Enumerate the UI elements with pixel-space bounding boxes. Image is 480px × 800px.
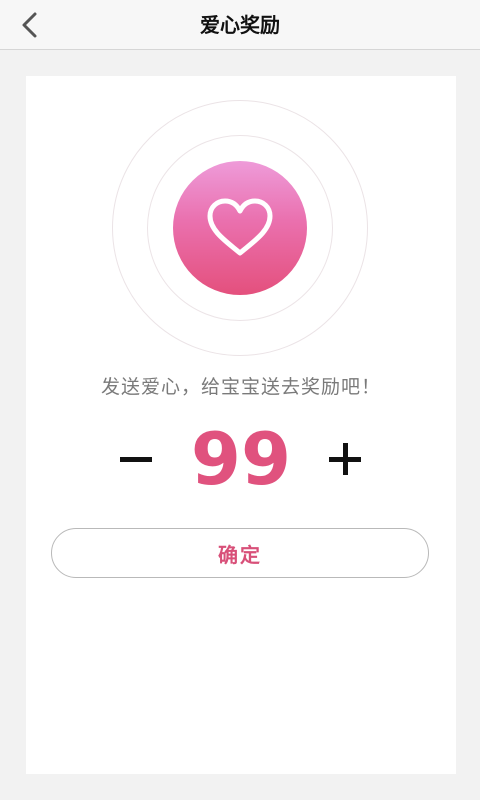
nav-bar: 爱心奖励 — [0, 0, 480, 50]
decrement-button[interactable] — [114, 424, 158, 494]
confirm-button[interactable]: 确定 — [51, 528, 429, 578]
minus-icon — [120, 456, 152, 462]
heart-badge — [173, 161, 307, 295]
reward-prompt: 发送爱心，给宝宝送去奖励吧！ — [100, 376, 381, 398]
app-screen: 爱心奖励 发送爱心，给宝宝送去奖励吧！ 99 确定 — [0, 0, 480, 800]
heart-count: 99 — [190, 417, 292, 501]
plus-icon-vertical — [342, 443, 348, 475]
increment-button[interactable] — [323, 424, 367, 494]
reward-card: 发送爱心，给宝宝送去奖励吧！ 99 确定 — [26, 76, 456, 774]
page-title: 爱心奖励 — [200, 13, 280, 37]
confirm-label: 确定 — [218, 542, 262, 567]
heart-outline-icon — [207, 198, 273, 256]
